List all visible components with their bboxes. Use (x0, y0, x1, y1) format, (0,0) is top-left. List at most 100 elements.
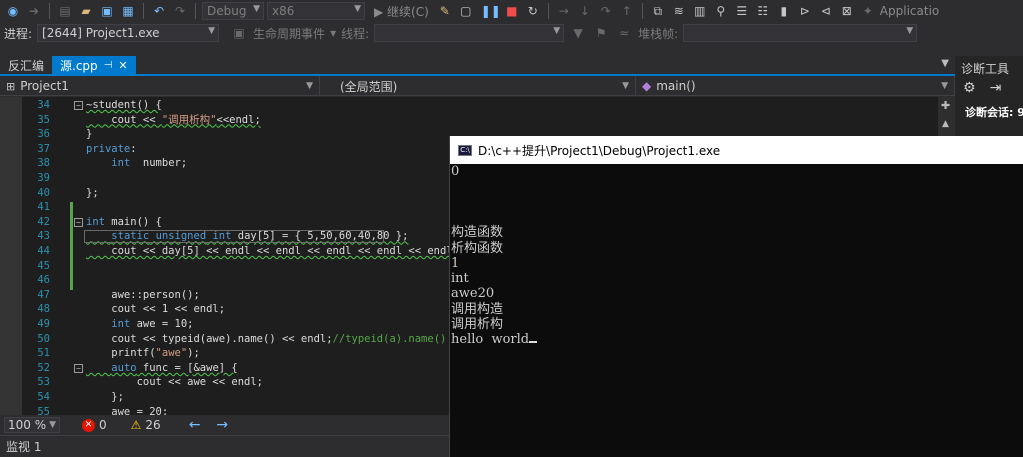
redo-icon[interactable]: ↷ (171, 2, 189, 20)
next-bookmark-icon[interactable]: ⊳ (796, 2, 814, 20)
settings-icon[interactable]: ⚙ (963, 80, 976, 96)
zoom-select[interactable]: 100 % ▼ (4, 417, 60, 433)
diagnostic-tools-panel: 诊断工具 ⚙ ⇥ 诊断会话: 9 (955, 56, 1023, 136)
screenshot-icon[interactable]: ▢ (457, 2, 475, 20)
previous-issue-icon[interactable]: ← (189, 417, 201, 433)
console-line: int (451, 271, 469, 287)
watch-panel-tab[interactable]: 监视 1 (0, 435, 450, 457)
stop-icon[interactable]: ■ (503, 2, 521, 20)
code-text: cout << awe << endl; (86, 376, 264, 389)
code-text: } (86, 128, 93, 141)
code-text: ~student() { (86, 99, 162, 111)
errors-indicator[interactable]: ✕ 0 (82, 418, 107, 432)
error-icon: ✕ (82, 418, 95, 432)
code-line[interactable]: 34 − ~student() { (0, 98, 940, 113)
console-title-bar[interactable]: C:\ D:\c++提升\Project1\Debug\Project1.exe (450, 136, 1023, 164)
code-line[interactable]: 35 cout << "调用析构"<<endl; (0, 113, 940, 128)
uncomment-icon[interactable]: ☷ (754, 2, 772, 20)
undo-icon[interactable]: ↶ (150, 2, 168, 20)
next-issue-icon[interactable]: → (216, 417, 228, 433)
line-number: 36 (37, 128, 50, 141)
document-tab-strip: 反汇编 源.cpp ⊣ ✕ ▼ (0, 56, 955, 76)
line-number: 35 (37, 113, 50, 126)
code-text: int main() { (86, 215, 162, 228)
lifecycle-events-button[interactable]: 生命周期事件 (253, 25, 325, 42)
console-window[interactable]: C:\ D:\c++提升\Project1\Debug\Project1.exe… (449, 136, 1023, 457)
scope-dropdown[interactable]: (全局范围) ▼ (320, 76, 636, 96)
close-icon[interactable]: ✕ (118, 59, 127, 72)
hex-display-icon[interactable]: ⧉ (649, 2, 667, 20)
split-icon[interactable]: ✚ (941, 99, 950, 112)
comment-icon[interactable]: ☰ (733, 2, 751, 20)
breakpoints-icon[interactable]: ▥ (691, 2, 709, 20)
process-select[interactable]: [2644] Project1.exe ▼ (37, 24, 220, 42)
console-line: awe20 (451, 286, 495, 302)
flag-threads-icon[interactable]: ⚑ (592, 24, 610, 42)
back-icon[interactable]: ◉ (4, 2, 22, 20)
export-icon[interactable]: ⇥ (990, 80, 1002, 96)
toolbar-separator (143, 3, 144, 19)
line-number: 51 (37, 347, 50, 360)
line-highlight (84, 230, 384, 243)
code-text: int number; (111, 157, 188, 170)
line-number: 41 (37, 201, 50, 214)
platform-select[interactable]: x86 ▼ (267, 2, 365, 20)
tab-source-cpp[interactable]: 源.cpp ⊣ ✕ (52, 56, 136, 74)
open-folder-icon[interactable]: ▰ (77, 2, 95, 20)
thread-icon[interactable]: ≋ (670, 2, 688, 20)
thread-select[interactable]: ▼ (374, 24, 565, 42)
filter-icon[interactable]: ▼ (569, 24, 587, 42)
prev-bookmark-icon[interactable]: ⊲ (817, 2, 835, 20)
code-text: awe = 20; (86, 405, 169, 415)
pin-icon[interactable]: ⊣ (104, 60, 113, 71)
show-next-statement-icon[interactable]: → (555, 2, 573, 20)
function-dropdown[interactable]: ◆ main() ▼ (636, 76, 955, 96)
project-dropdown[interactable]: ⊞ Project1 ▼ (0, 76, 320, 96)
continue-button[interactable]: ▶ 继续(C) (374, 3, 429, 20)
diagnostic-session-label: 诊断会话: 9 (965, 106, 1023, 119)
diagnostic-tools-title: 诊断工具 (961, 62, 1010, 76)
tab-list-dropdown-icon[interactable]: ▼ (941, 58, 949, 69)
fold-toggle-icon[interactable]: − (74, 101, 83, 110)
console-line: 0 (451, 164, 460, 179)
chevron-down-icon: ▼ (622, 81, 629, 91)
chevron-down-icon: ▼ (553, 26, 561, 36)
save-icon[interactable]: ▣ (98, 2, 116, 20)
code-text: cout << "调用析构"<<endl; (86, 113, 261, 126)
stackframe-label: 堆栈帧: (638, 26, 679, 41)
console-line: 调用构造 (451, 301, 504, 317)
scroll-up-icon[interactable]: ▲ (942, 119, 949, 129)
step-out-icon[interactable]: ↑ (618, 2, 636, 20)
code-text: auto func = [&awe] { (111, 361, 238, 374)
new-project-icon[interactable]: ▤ (56, 2, 74, 20)
console-line: 1 (451, 255, 460, 271)
fold-toggle-icon[interactable]: − (74, 217, 83, 227)
save-all-icon[interactable]: ▦ (119, 2, 137, 20)
forward-icon[interactable]: ➔ (25, 2, 43, 20)
lifecycle-icon[interactable]: ▣ (230, 24, 248, 42)
step-into-icon[interactable]: ↓ (576, 2, 594, 20)
line-number: 50 (37, 332, 50, 345)
fold-toggle-icon[interactable]: − (74, 363, 83, 373)
clear-bookmarks-icon[interactable]: ⊠ (838, 2, 856, 20)
find-icon[interactable]: ⚲ (712, 2, 730, 20)
tab-disassembly[interactable]: 反汇编 (0, 56, 52, 74)
navigation-bar: ⊞ Project1 ▼ (全局范围) ▼ ◆ main() ▼ (0, 76, 955, 96)
hot-reload-icon[interactable]: ✎ (436, 2, 454, 20)
stackframe-select[interactable]: ▼ (683, 24, 918, 42)
step-over-icon[interactable]: ↷ (597, 2, 615, 20)
application-insights-button[interactable]: Applicatio (880, 4, 939, 18)
chevron-down-icon: ▼ (208, 26, 216, 36)
lifecycle-dropdown-icon[interactable]: ▾ (330, 26, 336, 40)
configuration-select[interactable]: Debug ▼ (202, 2, 264, 20)
line-number: 55 (37, 405, 50, 415)
warnings-indicator[interactable]: ⚠ 26 (131, 418, 161, 432)
line-number: 38 (37, 157, 50, 170)
pause-icon[interactable]: ❚❚ (481, 2, 501, 20)
show-threads-icon[interactable]: ≈ (615, 24, 633, 42)
console-line: 构造函数 (451, 225, 504, 241)
line-number: 34 (37, 99, 50, 111)
bookmark-icon[interactable]: ▮ (775, 2, 793, 20)
restart-icon[interactable]: ↻ (524, 2, 542, 20)
lightbulb-icon[interactable]: ✦ (859, 2, 877, 20)
